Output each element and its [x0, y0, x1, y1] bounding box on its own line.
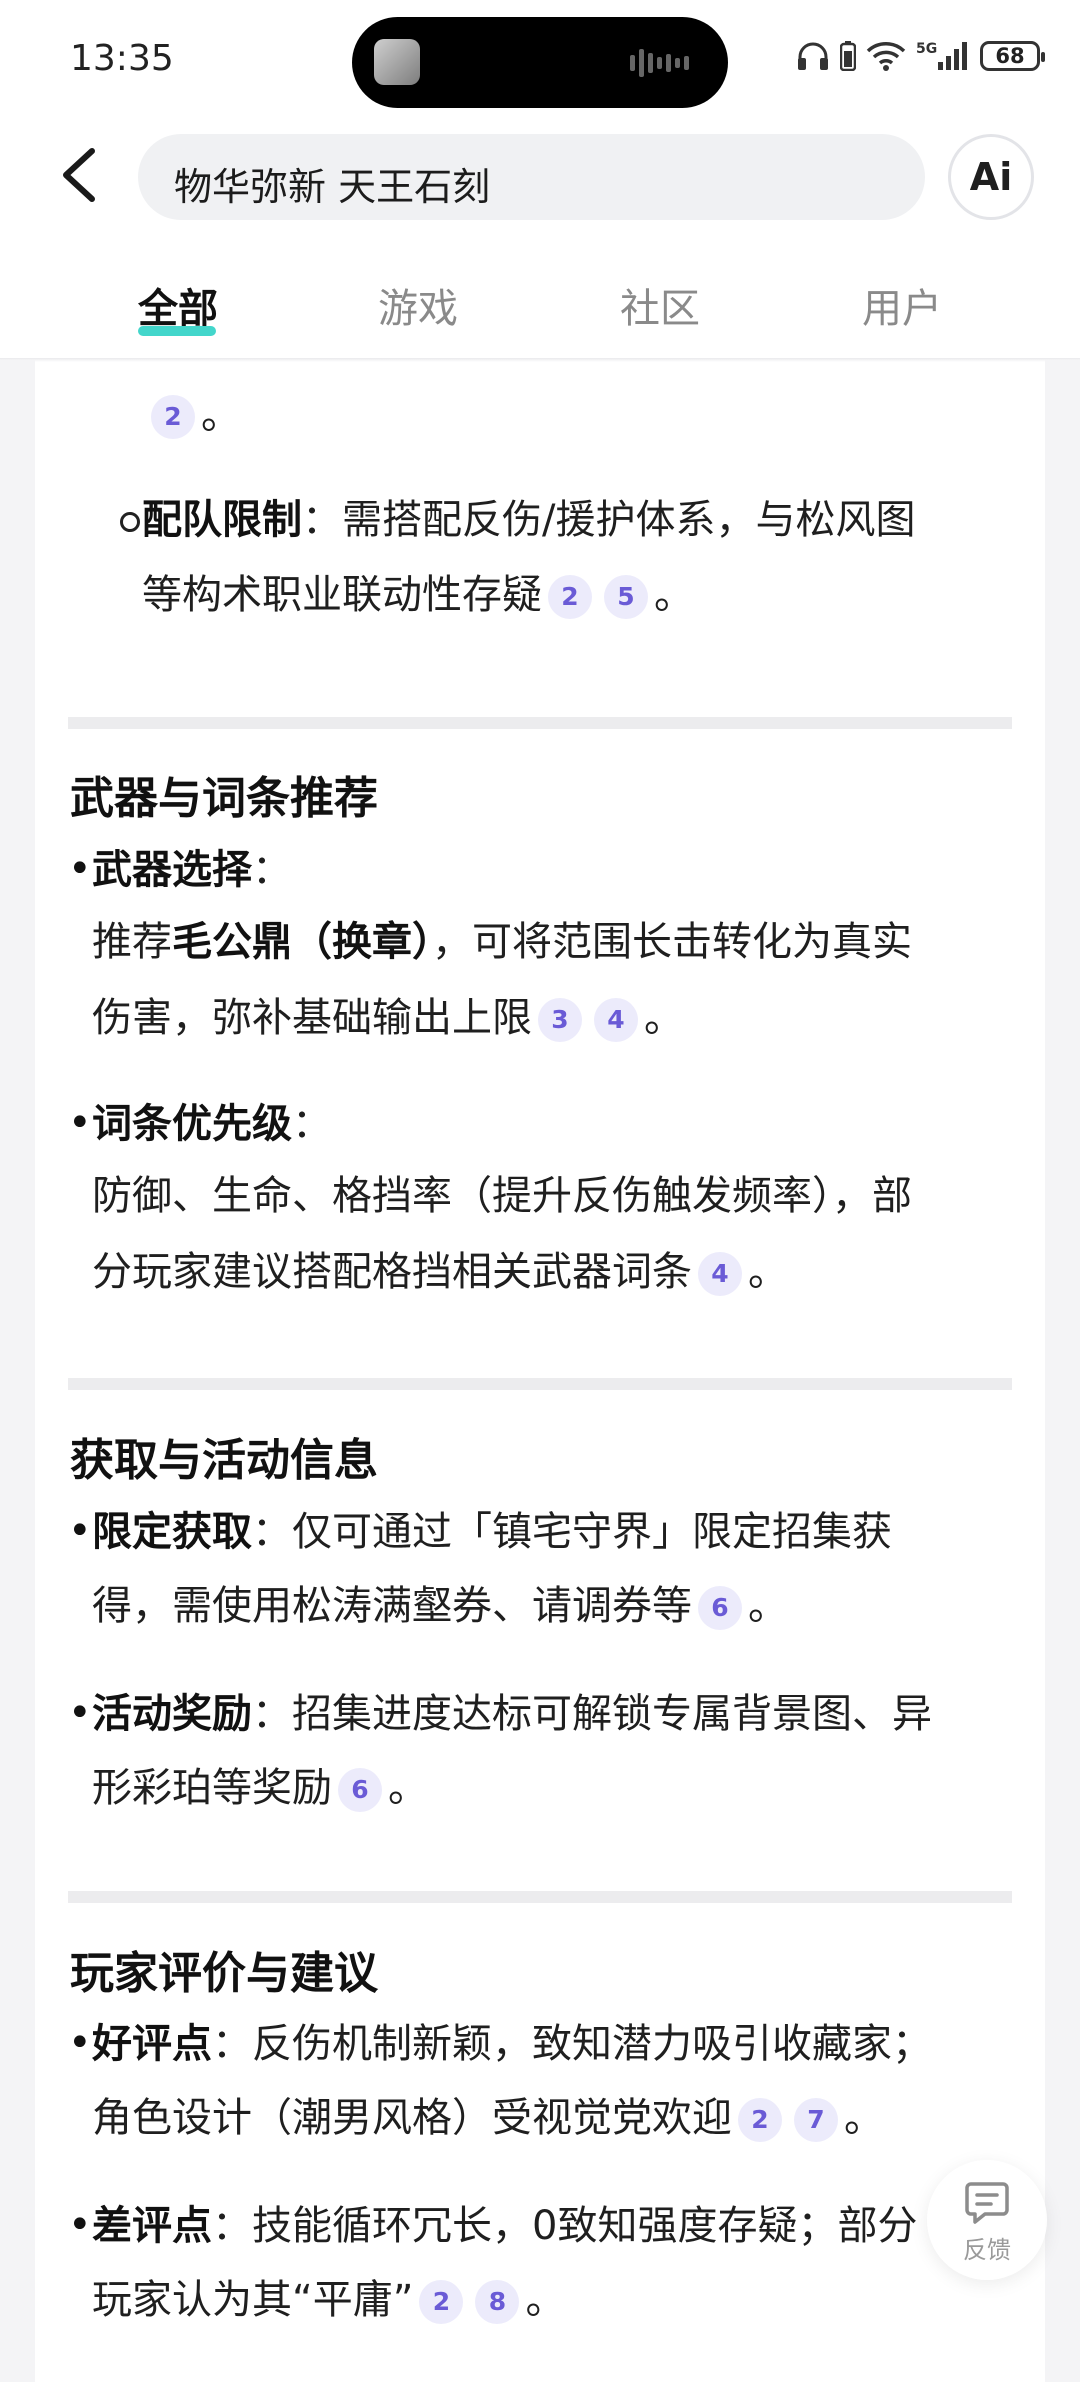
citation-badge[interactable]: 6: [698, 1586, 742, 1630]
section-divider: [68, 1891, 1012, 1903]
weapon-choice-line2: 伤害，弥补基础输出上限 3 4。: [92, 995, 684, 1042]
citation-badge[interactable]: 5: [604, 575, 648, 619]
limited-acquire-line1: 限定获取：仅可通过「镇宅守界」限定招集获: [92, 1509, 892, 1555]
limited-acquire-line2: 得，需使用松涛满壑券、请调券等 6。: [92, 1583, 788, 1630]
event-reward-line2: 形彩珀等奖励 6。: [92, 1765, 428, 1812]
tab-community[interactable]: 社区: [620, 276, 700, 334]
search-input[interactable]: 物华弥新 天王石刻: [138, 134, 925, 220]
section-divider: [68, 717, 1012, 729]
citation-badge[interactable]: 2: [738, 2098, 782, 2142]
tab-users[interactable]: 用户: [862, 276, 942, 334]
bullet-dot-icon: •: [68, 2020, 92, 2066]
tab-bar: 全部 游戏 社区 用户: [0, 262, 1080, 342]
search-query: 物华弥新 天王石刻: [174, 165, 491, 209]
wifi-icon: [866, 42, 906, 71]
content-margin-right: [1045, 360, 1080, 2382]
intro-tail: 2。: [145, 385, 241, 445]
content-margin-left: [0, 360, 35, 2382]
back-arrow-icon[interactable]: [52, 145, 108, 205]
bullet-dot-icon: •: [68, 846, 92, 892]
citation-badge[interactable]: 4: [698, 1252, 742, 1296]
citation-badge[interactable]: 7: [794, 2098, 838, 2142]
event-reward-line1: 活动奖励：招集进度达标可解锁专属背景图、异: [92, 1691, 932, 1737]
feedback-label: 反馈: [963, 2236, 1011, 2264]
section-title-acquire: 获取与活动信息: [70, 1435, 378, 1486]
positive-review-line2: 角色设计（潮男风格）受视觉党欢迎 2 7。: [92, 2095, 884, 2142]
negative-review-line2: 玩家认为其“平庸” 2 8。: [92, 2277, 566, 2324]
audio-wave-icon: [630, 49, 689, 77]
dynamic-island[interactable]: [352, 17, 728, 108]
section-divider: [68, 1378, 1012, 1390]
headphones-icon: [798, 42, 828, 70]
ai-assistant-button[interactable]: Ai: [948, 134, 1034, 220]
citation-badge[interactable]: 2: [419, 2280, 464, 2324]
citation-badge[interactable]: 6: [338, 1768, 382, 1812]
bullet-dot-icon: •: [68, 1690, 92, 1736]
feedback-button[interactable]: 反馈: [927, 2160, 1047, 2280]
bullet-dot-icon: •: [68, 1508, 92, 1554]
citation-badge[interactable]: 8: [475, 2280, 520, 2324]
cellular-5g-icon: 5G: [916, 41, 967, 70]
negative-review-line1: 差评点：技能循环冗长，0致知强度存疑；部分: [92, 2203, 918, 2249]
active-tab-indicator: [138, 326, 216, 336]
citation-badge[interactable]: 3: [538, 998, 582, 1042]
bullet-dot-icon: •: [68, 1100, 92, 1146]
stat-priority-heading: 词条优先级：: [92, 1101, 332, 1147]
svg-text:5G: 5G: [916, 41, 937, 57]
citation-badge[interactable]: 2: [548, 575, 592, 619]
music-cover-icon: [374, 39, 420, 85]
status-icons: 5G 68: [796, 40, 1045, 72]
sub-bullet-icon: [120, 512, 140, 532]
bullet-dot-icon: •: [68, 2202, 92, 2248]
feedback-icon: [965, 2182, 1009, 2224]
stat-priority-line2: 分玩家建议搭配格挡相关武器词条 4。: [92, 1249, 788, 1296]
section-title-weapons: 武器与词条推荐: [70, 773, 378, 824]
device-battery-icon: [840, 41, 856, 71]
weapon-choice-heading: 武器选择：: [92, 847, 292, 893]
citation-badge[interactable]: 2: [151, 395, 195, 439]
header-divider: [0, 358, 1080, 362]
team-limit-line2: 等构术职业联动性存疑 2 5。: [142, 572, 694, 619]
team-limit-line1: 配队限制：需搭配反伤/援护体系，与松风图: [142, 497, 916, 543]
status-bar: 13:35 5G 68: [0, 0, 1080, 125]
stat-priority-line1: 防御、生命、格挡率（提升反伤触发频率），部: [92, 1173, 912, 1219]
section-title-reviews: 玩家评价与建议: [70, 1948, 378, 1999]
battery-icon: 68: [980, 41, 1045, 71]
positive-review-line1: 好评点：反伤机制新颖，致知潜力吸引收藏家；: [92, 2021, 932, 2067]
citation-badge[interactable]: 4: [594, 998, 638, 1042]
status-time: 13:35: [70, 38, 174, 79]
tab-games[interactable]: 游戏: [378, 276, 458, 334]
weapon-choice-line1: 推荐毛公鼎（换章），可将范围长击转化为真实: [92, 919, 912, 965]
